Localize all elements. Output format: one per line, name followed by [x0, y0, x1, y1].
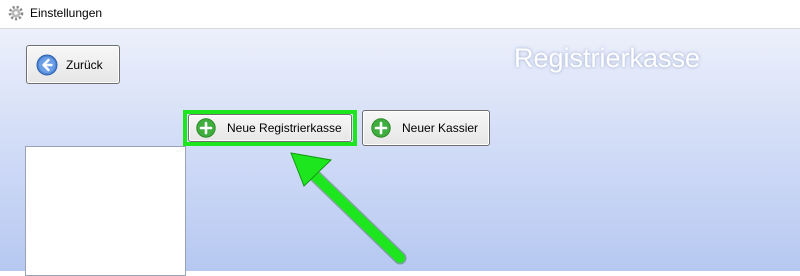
plus-circle-icon: [371, 118, 391, 138]
plus-circle-icon: [196, 118, 216, 138]
main-content: Zurück Registrierkasse Neue Registrierka…: [0, 29, 800, 276]
gear-icon: [8, 5, 24, 21]
new-register-label: Neue Registrierkasse: [227, 121, 342, 135]
new-register-button[interactable]: Neue Registrierkasse: [188, 114, 352, 142]
register-list[interactable]: [25, 146, 186, 276]
new-cashier-label: Neuer Kassier: [402, 121, 479, 135]
title-bar: Einstellungen: [0, 0, 800, 29]
window-title: Einstellungen: [30, 6, 103, 20]
back-button[interactable]: Zurück: [26, 45, 120, 84]
new-cashier-button[interactable]: Neuer Kassier: [362, 110, 490, 146]
arrow-left-circle-icon: [36, 54, 58, 75]
back-button-label: Zurück: [66, 57, 103, 72]
page-title: Registrierkasse: [514, 43, 701, 73]
